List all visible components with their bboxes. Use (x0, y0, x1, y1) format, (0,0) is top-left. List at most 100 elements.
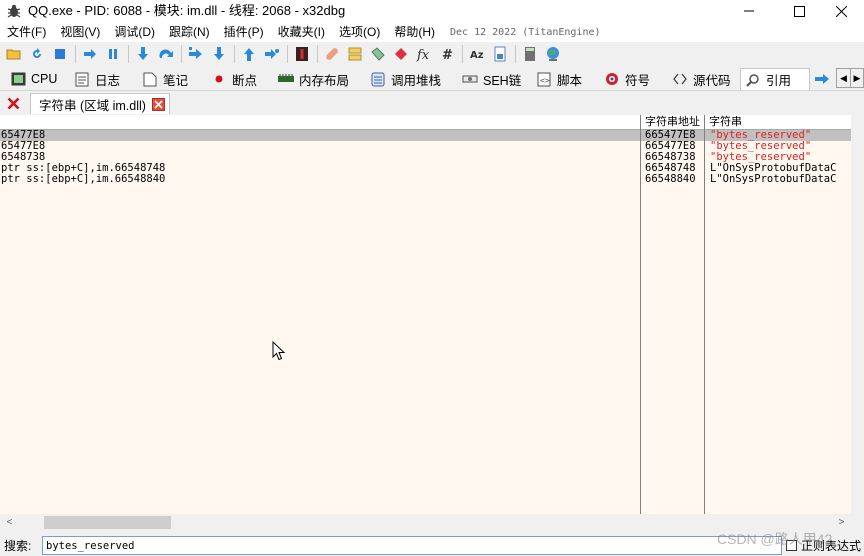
tab-log[interactable]: 日志 (70, 68, 126, 90)
svg-text:#: # (442, 48, 453, 62)
tab-cpu[interactable]: CPU (6, 68, 63, 90)
subtab-close-button[interactable] (151, 97, 165, 111)
mouse-cursor-icon (272, 341, 286, 361)
labels-icon (371, 47, 385, 61)
variables-button[interactable]: # (437, 44, 457, 64)
call-stack-icon (370, 71, 386, 87)
column-header-disassembly[interactable] (0, 115, 641, 130)
scroll-right-button[interactable]: > (834, 514, 849, 531)
restart-button[interactable] (27, 44, 47, 64)
step-over-button[interactable] (156, 44, 176, 64)
tab-label: 内存布局 (299, 73, 350, 88)
bug-app-icon (7, 4, 21, 18)
execute-till-return-button[interactable] (239, 44, 259, 64)
scroll-left-button[interactable]: < (2, 514, 17, 531)
minimize-icon (744, 10, 754, 12)
minimize-button[interactable] (726, 0, 772, 22)
notes-icon (142, 71, 158, 87)
run-to-user-code-button[interactable] (262, 44, 282, 64)
cell-disassembly: ptr ss:[ebp+C],im.66548748 (1, 163, 166, 174)
maximize-icon (793, 5, 805, 17)
table-row[interactable]: ptr ss:[ebp+C],im.66548840 66548840 L"OnSy… (0, 174, 851, 185)
tab-breakpoints[interactable]: 断点 (207, 68, 263, 90)
horizontal-scroll-thumb[interactable] (44, 516, 171, 529)
font-az-icon: Az (470, 50, 484, 61)
step-into-button[interactable] (133, 44, 153, 64)
menu-help[interactable]: 帮助(H) (387, 22, 442, 42)
bookmarks-button[interactable] (391, 44, 411, 64)
trace-into-icon (189, 47, 202, 59)
scylla-button[interactable] (292, 44, 312, 64)
subtab-strings[interactable]: 字符串 (区域 im.dll) (30, 93, 170, 114)
column-header-string[interactable]: 字符串 (705, 115, 851, 130)
step-into-icon (138, 47, 148, 60)
tab-references[interactable]: 引用 (740, 68, 810, 90)
column-header-address[interactable]: 字符串地址 (641, 115, 705, 130)
labels-button[interactable] (368, 44, 388, 64)
tab-label: 符号 (625, 73, 651, 88)
handles-button[interactable] (490, 44, 510, 64)
tab-label: CPU (31, 72, 58, 86)
table-row[interactable]: 65477E8 665477E8 "bytes_reserved" (0, 141, 851, 152)
search-input[interactable] (42, 536, 782, 555)
tab-seh-chain[interactable]: SEH链 (458, 68, 527, 90)
stop-button[interactable] (50, 44, 70, 64)
tab-call-stack[interactable]: 调用堆栈 (366, 68, 447, 90)
calculator-icon (525, 47, 535, 61)
online-button[interactable] (543, 44, 563, 64)
table-row[interactable]: ptr ss:[ebp+C],im.66548748 66548748 L"OnSy… (0, 163, 851, 174)
scylla-icon (296, 47, 308, 61)
menu-favourites[interactable]: 收藏夹(I) (271, 22, 332, 42)
tab-source[interactable]: 源代码 (668, 68, 737, 90)
pause-button[interactable] (103, 44, 123, 64)
tab-memory-map[interactable]: 内存布局 (274, 68, 355, 90)
patches-button[interactable] (322, 44, 342, 64)
vertical-scrollbar[interactable] (851, 115, 864, 514)
step-over-icon (159, 49, 173, 58)
stop-icon (55, 49, 65, 59)
menu-file[interactable]: 文件(F) (0, 22, 53, 42)
comments-button[interactable] (345, 44, 365, 64)
strings-button[interactable]: Az (467, 44, 487, 64)
tab-scroll-right-button[interactable]: ▶ (850, 68, 864, 88)
toolbar-separator (462, 45, 463, 63)
maximize-button[interactable] (776, 0, 822, 22)
tab-script[interactable]: <> 脚本 (532, 68, 588, 90)
strings-table[interactable]: 字符串地址 字符串 65477E8 665477E8 "bytes_reserved… (0, 115, 851, 514)
trace-over-button[interactable] (209, 44, 229, 64)
table-row[interactable]: 65477E8 665477E8 "bytes_reserved" (0, 130, 851, 141)
menu-view[interactable]: 视图(V) (53, 22, 107, 42)
trace-into-button[interactable] (186, 44, 206, 64)
tab-symbols[interactable]: 符号 (600, 68, 656, 90)
tab-scroll-left-button[interactable]: ◀ (836, 68, 851, 88)
close-window-button[interactable] (818, 0, 864, 22)
search-label: 搜索: (4, 539, 32, 553)
cell-string: "bytes_reserved" (710, 152, 812, 163)
document-icon (494, 46, 506, 62)
close-icon (154, 99, 163, 109)
tab-label: 日志 (95, 73, 121, 88)
close-all-tabs-button[interactable] (4, 94, 23, 113)
menu-debug[interactable]: 调试(D) (107, 22, 162, 42)
functions-button[interactable]: fx (414, 44, 434, 64)
calculator-button[interactable] (520, 44, 540, 64)
menu-options[interactable]: 选项(O) (332, 22, 387, 42)
log-icon (74, 71, 90, 87)
tab-notes[interactable]: 笔记 (138, 68, 194, 90)
run-to-user-icon (265, 49, 279, 59)
toolbar-separator (317, 45, 318, 63)
breakpoint-icon (211, 71, 227, 87)
close-icon (835, 5, 847, 17)
menu-trace[interactable]: 跟踪(N) (162, 22, 217, 42)
memory-map-icon (278, 71, 294, 87)
toolbar-separator (287, 45, 288, 63)
tab-label: 引用 (766, 74, 792, 88)
title-bar: QQ.exe - PID: 6088 - 模块: im.dll - 线程: 20… (0, 0, 864, 22)
run-button[interactable] (80, 44, 100, 64)
pause-icon (109, 49, 117, 59)
folder-open-icon (6, 49, 21, 60)
table-row[interactable]: 6548738 66548738 "bytes_reserved" (0, 152, 851, 163)
menu-plugins[interactable]: 插件(P) (217, 22, 271, 42)
tab-overflow[interactable] (814, 68, 836, 90)
open-button[interactable] (4, 44, 24, 64)
